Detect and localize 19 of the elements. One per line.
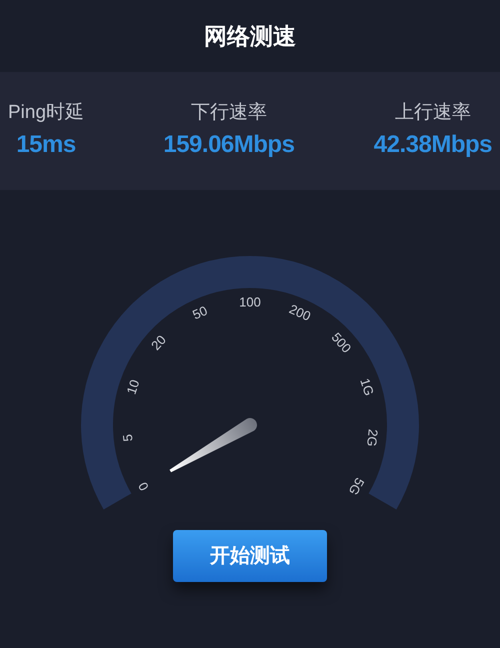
start-test-button[interactable]: 开始测试 xyxy=(173,530,327,582)
stat-label: Ping时延 xyxy=(8,100,84,125)
stat-value: 159.06Mbps xyxy=(163,130,294,160)
scale-label: 10 xyxy=(124,378,142,396)
scale-label: 20 xyxy=(148,332,169,354)
scale-label: 200 xyxy=(287,301,314,324)
stat-value: 42.38Mbps xyxy=(374,130,492,160)
stat-label: 下行速率 xyxy=(190,100,267,125)
scale-label: 1G xyxy=(357,376,377,398)
scale-label: 2G xyxy=(364,428,381,448)
scale-label: 0 xyxy=(135,480,152,494)
stat-value: 15ms xyxy=(16,130,76,160)
scale-label: 5G xyxy=(346,475,368,498)
scale-label: 50 xyxy=(190,302,210,322)
scale-label: 5 xyxy=(120,433,136,442)
scale-label: 500 xyxy=(328,330,354,356)
page-title: 网络测速 xyxy=(204,22,296,51)
scale-label: 100 xyxy=(239,294,261,310)
stat-label: 上行速率 xyxy=(394,100,471,125)
